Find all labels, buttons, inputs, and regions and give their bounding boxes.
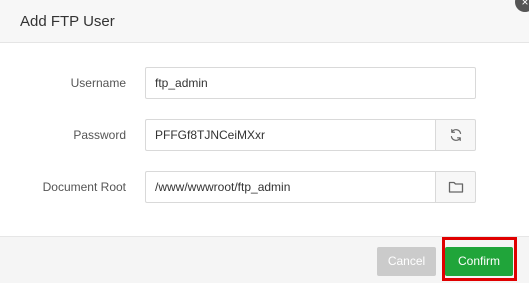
- username-label: Username: [70, 76, 126, 90]
- dialog-title: Add FTP User: [20, 13, 115, 30]
- add-ftp-user-dialog: Add FTP User × Username Password Documen…: [0, 0, 529, 283]
- username-row: Username: [0, 67, 529, 99]
- confirm-button[interactable]: Confirm: [445, 247, 513, 276]
- cancel-button[interactable]: Cancel: [377, 247, 436, 276]
- regenerate-password-button[interactable]: [435, 119, 476, 151]
- document-root-label: Document Root: [42, 180, 126, 194]
- folder-icon: [448, 181, 463, 193]
- browse-folder-button[interactable]: [435, 171, 476, 203]
- password-row: Password: [0, 119, 529, 151]
- dialog-header: Add FTP User: [0, 0, 529, 43]
- username-input[interactable]: [145, 67, 476, 99]
- password-input[interactable]: [145, 119, 436, 151]
- document-root-row: Document Root: [0, 171, 529, 203]
- document-root-input[interactable]: [145, 171, 436, 203]
- password-label: Password: [73, 128, 126, 142]
- dialog-footer: Cancel Confirm: [0, 236, 529, 283]
- refresh-icon: [450, 128, 461, 142]
